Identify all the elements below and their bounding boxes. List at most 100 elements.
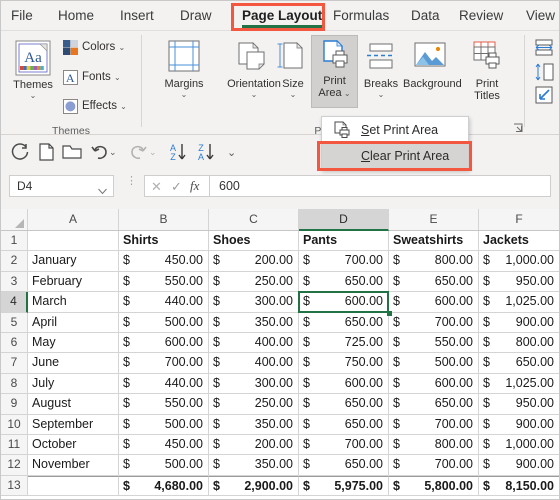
- tab-page-layout[interactable]: Page Layout: [235, 1, 329, 31]
- cell-D13[interactable]: $5,975.00: [299, 475, 389, 497]
- cell-F5[interactable]: $900.00: [479, 312, 559, 333]
- cell-A10[interactable]: September: [28, 414, 119, 435]
- cell-D1[interactable]: Pants: [299, 231, 389, 252]
- row-header-12[interactable]: 12: [1, 455, 28, 476]
- cell-E3[interactable]: $650.00: [389, 271, 479, 293]
- autosave-icon[interactable]: [9, 141, 31, 163]
- row-header-3[interactable]: 3: [1, 271, 28, 293]
- tab-insert[interactable]: Insert: [113, 1, 161, 31]
- cell-A13[interactable]: [28, 475, 119, 497]
- background-icon[interactable]: [413, 40, 447, 77]
- row-header-7[interactable]: 7: [1, 353, 28, 374]
- size-icon[interactable]: [276, 40, 308, 77]
- cell-D11[interactable]: $700.00: [299, 435, 389, 456]
- cell-A6[interactable]: May: [28, 333, 119, 354]
- cell-E2[interactable]: $800.00: [389, 251, 479, 272]
- print-area-button-label[interactable]: Print Area ⌄: [311, 75, 358, 100]
- cell-C5[interactable]: $350.00: [209, 312, 299, 333]
- cell-A2[interactable]: January: [28, 251, 119, 272]
- cell-E6[interactable]: $550.00: [389, 333, 479, 354]
- formula-input[interactable]: 600: [210, 175, 551, 197]
- cell-F8[interactable]: $1,025.00: [479, 373, 559, 395]
- new-file-icon[interactable]: [35, 141, 57, 163]
- cell-C7[interactable]: $400.00: [209, 353, 299, 374]
- insert-function-icon[interactable]: fx: [190, 178, 199, 194]
- cell-A7[interactable]: June: [28, 353, 119, 374]
- cell-F2[interactable]: $1,000.00: [479, 251, 559, 272]
- open-folder-icon[interactable]: [61, 141, 83, 163]
- cell-C2[interactable]: $200.00: [209, 251, 299, 272]
- name-box[interactable]: D4: [9, 175, 114, 197]
- customize-quick-access-toolbar-icon[interactable]: ⌄: [227, 141, 243, 163]
- cell-B4[interactable]: $440.00: [119, 292, 209, 313]
- cell-B13[interactable]: $4,680.00: [119, 475, 209, 497]
- margins-button[interactable]: Margins ⌄: [151, 78, 217, 99]
- cell-E5[interactable]: $700.00: [389, 312, 479, 333]
- cell-A12[interactable]: November: [28, 455, 119, 476]
- cell-F1[interactable]: Jackets: [479, 231, 559, 252]
- cell-B7[interactable]: $700.00: [119, 353, 209, 374]
- cell-B6[interactable]: $600.00: [119, 333, 209, 354]
- print-titles-icon[interactable]: [471, 40, 503, 76]
- cell-E9[interactable]: $650.00: [389, 394, 479, 415]
- tab-file[interactable]: File: [4, 1, 40, 31]
- theme-colors-label-wrap[interactable]: Colors ⌄: [82, 41, 125, 54]
- cell-C3[interactable]: $250.00: [209, 271, 299, 293]
- cell-D9[interactable]: $650.00: [299, 394, 389, 415]
- background-button[interactable]: Background: [403, 78, 462, 90]
- breaks-button[interactable]: Breaks ⌄: [359, 78, 403, 99]
- tab-home[interactable]: Home: [51, 1, 101, 31]
- cell-C10[interactable]: $350.00: [209, 414, 299, 435]
- cell-D12[interactable]: $650.00: [299, 455, 389, 476]
- cancel-formula-icon[interactable]: ✕: [151, 179, 162, 195]
- row-header-8[interactable]: 8: [1, 373, 28, 395]
- theme-fonts-row[interactable]: A: [63, 70, 78, 90]
- theme-colors-row[interactable]: [63, 40, 78, 60]
- cell-A8[interactable]: July: [28, 373, 119, 395]
- cell-A3[interactable]: February: [28, 271, 119, 293]
- cell-E13[interactable]: $5,800.00: [389, 475, 479, 497]
- undo-chevron-down-icon[interactable]: ⌄: [109, 141, 121, 163]
- print-area-icon[interactable]: [319, 39, 350, 75]
- cell-A1[interactable]: [28, 231, 119, 252]
- cell-F13[interactable]: $8,150.00: [479, 475, 559, 497]
- cell-F10[interactable]: $900.00: [479, 414, 559, 435]
- row-header-5[interactable]: 5: [1, 312, 28, 333]
- cell-E1[interactable]: Sweatshirts: [389, 231, 479, 252]
- column-header-e[interactable]: E: [389, 209, 479, 230]
- cell-D5[interactable]: $650.00: [299, 312, 389, 333]
- cell-B8[interactable]: $440.00: [119, 373, 209, 395]
- cell-B5[interactable]: $500.00: [119, 312, 209, 333]
- row-header-13[interactable]: 13: [1, 475, 28, 497]
- menu-item-clear-print-area[interactable]: Clear Print Area: [322, 143, 468, 169]
- sort-descending-icon[interactable]: Z A: [197, 141, 223, 163]
- cell-F3[interactable]: $950.00: [479, 271, 559, 293]
- margins-icon[interactable]: [167, 40, 201, 77]
- cell-F9[interactable]: $950.00: [479, 394, 559, 415]
- cell-C6[interactable]: $400.00: [209, 333, 299, 354]
- cell-B2[interactable]: $450.00: [119, 251, 209, 272]
- cell-C12[interactable]: $350.00: [209, 455, 299, 476]
- theme-fonts-label-wrap[interactable]: Fonts ⌄: [82, 71, 121, 84]
- cell-F12[interactable]: $900.00: [479, 455, 559, 476]
- cell-C4[interactable]: $300.00: [209, 292, 299, 313]
- tab-data[interactable]: Data: [404, 1, 447, 31]
- cell-F11[interactable]: $1,000.00: [479, 435, 559, 456]
- cell-E8[interactable]: $600.00: [389, 373, 479, 395]
- tab-view[interactable]: View: [519, 1, 559, 31]
- theme-effects-row[interactable]: [63, 99, 78, 119]
- cell-A9[interactable]: August: [28, 394, 119, 415]
- column-header-b[interactable]: B: [119, 209, 209, 230]
- sort-ascending-icon[interactable]: A Z: [169, 141, 195, 163]
- column-header-c[interactable]: C: [209, 209, 299, 230]
- cell-A5[interactable]: April: [28, 312, 119, 333]
- row-header-6[interactable]: 6: [1, 333, 28, 354]
- row-header-11[interactable]: 11: [1, 435, 28, 456]
- scale-percent-icon[interactable]: [533, 85, 555, 110]
- cell-C13[interactable]: $2,900.00: [209, 475, 299, 497]
- cell-D7[interactable]: $750.00: [299, 353, 389, 374]
- row-header-4[interactable]: 4: [1, 292, 28, 313]
- cell-B9[interactable]: $550.00: [119, 394, 209, 415]
- cell-D6[interactable]: $725.00: [299, 333, 389, 354]
- cell-A4[interactable]: March: [28, 292, 119, 313]
